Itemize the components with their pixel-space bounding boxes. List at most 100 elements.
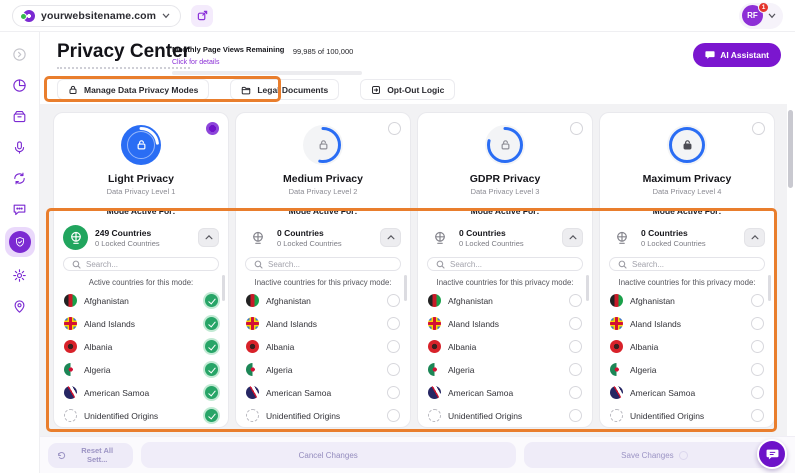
- cancel-changes-button[interactable]: Cancel Changes: [141, 442, 516, 468]
- country-toggle[interactable]: [751, 294, 764, 307]
- country-row[interactable]: Afghanistan: [418, 289, 592, 312]
- tab-legal-documents[interactable]: Legal Documents: [230, 79, 339, 100]
- location-pin-icon[interactable]: [7, 293, 33, 319]
- site-name: yourwebsitename.com: [41, 10, 156, 22]
- sidebar-toggle-icon[interactable]: [7, 41, 33, 67]
- country-toggle[interactable]: [751, 340, 764, 353]
- country-row[interactable]: Afghanistan: [54, 289, 228, 312]
- country-row[interactable]: Aland Islands: [54, 312, 228, 335]
- sync-icon[interactable]: [7, 165, 33, 191]
- country-row[interactable]: American Samoa: [418, 381, 592, 404]
- country-row[interactable]: Algeria: [600, 358, 774, 381]
- country-name: Albania: [448, 342, 476, 352]
- country-toggle[interactable]: [387, 317, 400, 330]
- country-row[interactable]: Albania: [236, 335, 410, 358]
- collapse-button[interactable]: [744, 228, 765, 247]
- search-input[interactable]: [86, 260, 210, 269]
- privacy-shield-icon[interactable]: [5, 227, 35, 257]
- chat-icon[interactable]: [7, 196, 33, 222]
- collapse-button[interactable]: [198, 228, 219, 247]
- country-toggle[interactable]: [751, 386, 764, 399]
- list-scrollbar[interactable]: [768, 275, 771, 301]
- country-row[interactable]: American Samoa: [600, 381, 774, 404]
- search-input[interactable]: [268, 260, 392, 269]
- country-toggle[interactable]: [205, 363, 218, 376]
- country-row[interactable]: Unidentified Origins: [236, 404, 410, 427]
- country-row[interactable]: Algeria: [418, 358, 592, 381]
- lock-icon: [499, 138, 512, 152]
- country-row[interactable]: Albania: [418, 335, 592, 358]
- country-toggle[interactable]: [569, 386, 582, 399]
- mode-active-label: Mode Active For:: [289, 206, 358, 216]
- tab-label: Legal Documents: [257, 85, 328, 95]
- country-toggle[interactable]: [569, 317, 582, 330]
- country-toggle[interactable]: [205, 294, 218, 307]
- country-row[interactable]: Afghanistan: [236, 289, 410, 312]
- details-link[interactable]: Click for details: [172, 59, 219, 66]
- country-toggle[interactable]: [569, 340, 582, 353]
- country-row[interactable]: Aland Islands: [418, 312, 592, 335]
- analytics-pie-icon[interactable]: [7, 72, 33, 98]
- archive-icon[interactable]: [7, 103, 33, 129]
- country-name: Aland Islands: [448, 319, 499, 329]
- country-row[interactable]: Algeria: [54, 358, 228, 381]
- mode-radio[interactable]: [752, 122, 765, 135]
- country-name: American Samoa: [448, 388, 513, 398]
- country-row[interactable]: Albania: [54, 335, 228, 358]
- country-row[interactable]: Unidentified Origins: [54, 404, 228, 427]
- user-menu[interactable]: RF 1: [739, 3, 783, 29]
- mode-radio[interactable]: [388, 122, 401, 135]
- country-toggle[interactable]: [387, 386, 400, 399]
- country-toggle[interactable]: [569, 363, 582, 376]
- tab-opt-out-logic[interactable]: Opt-Out Logic: [360, 79, 455, 100]
- country-row[interactable]: American Samoa: [54, 381, 228, 404]
- country-name: Algeria: [448, 365, 474, 375]
- mode-radio[interactable]: [570, 122, 583, 135]
- reset-all-settings-button[interactable]: Reset All Sett...: [48, 443, 133, 468]
- chat-widget-button[interactable]: [757, 439, 787, 469]
- list-scrollbar[interactable]: [586, 275, 589, 301]
- country-row[interactable]: American Samoa: [236, 381, 410, 404]
- save-changes-button[interactable]: Save Changes: [524, 442, 785, 468]
- mode-radio[interactable]: [206, 122, 219, 135]
- country-row[interactable]: Unidentified Origins: [418, 404, 592, 427]
- country-toggle[interactable]: [569, 294, 582, 307]
- voice-icon[interactable]: [7, 134, 33, 160]
- country-toggle[interactable]: [751, 363, 764, 376]
- chat-bubble-icon: [766, 448, 779, 461]
- country-row[interactable]: Albania: [600, 335, 774, 358]
- tab-manage-data-privacy-modes[interactable]: Manage Data Privacy Modes: [57, 79, 209, 100]
- country-row[interactable]: Aland Islands: [236, 312, 410, 335]
- page-scrollbar-thumb[interactable]: [788, 110, 793, 188]
- country-toggle[interactable]: [205, 386, 218, 399]
- country-row[interactable]: Algeria: [236, 358, 410, 381]
- countries-counter: 0 Countries 0 Locked Countries: [600, 225, 774, 250]
- site-selector[interactable]: yourwebsitename.com: [12, 5, 181, 27]
- ai-assistant-button[interactable]: AI Assistant: [693, 43, 781, 67]
- list-scrollbar[interactable]: [404, 275, 407, 301]
- country-row[interactable]: Afghanistan: [600, 289, 774, 312]
- settings-gear-icon[interactable]: [7, 262, 33, 288]
- country-toggle[interactable]: [387, 409, 400, 422]
- search-input[interactable]: [632, 260, 756, 269]
- page-views-value: 99,985 of 100,000: [293, 47, 353, 56]
- country-toggle[interactable]: [751, 317, 764, 330]
- mode-active-label: Mode Active For:: [471, 206, 540, 216]
- country-toggle[interactable]: [569, 409, 582, 422]
- open-site-button[interactable]: [191, 5, 213, 27]
- collapse-button[interactable]: [380, 228, 401, 247]
- country-row[interactable]: Unidentified Origins: [600, 404, 774, 427]
- list-scrollbar[interactable]: [222, 275, 225, 301]
- country-toggle[interactable]: [205, 340, 218, 353]
- country-toggle[interactable]: [387, 340, 400, 353]
- country-toggle[interactable]: [205, 409, 218, 422]
- site-favicon-icon: [23, 10, 35, 22]
- opt-out-icon: [371, 85, 381, 95]
- search-input[interactable]: [450, 260, 574, 269]
- country-toggle[interactable]: [751, 409, 764, 422]
- country-toggle[interactable]: [205, 317, 218, 330]
- country-toggle[interactable]: [387, 363, 400, 376]
- country-toggle[interactable]: [387, 294, 400, 307]
- country-row[interactable]: Aland Islands: [600, 312, 774, 335]
- collapse-button[interactable]: [562, 228, 583, 247]
